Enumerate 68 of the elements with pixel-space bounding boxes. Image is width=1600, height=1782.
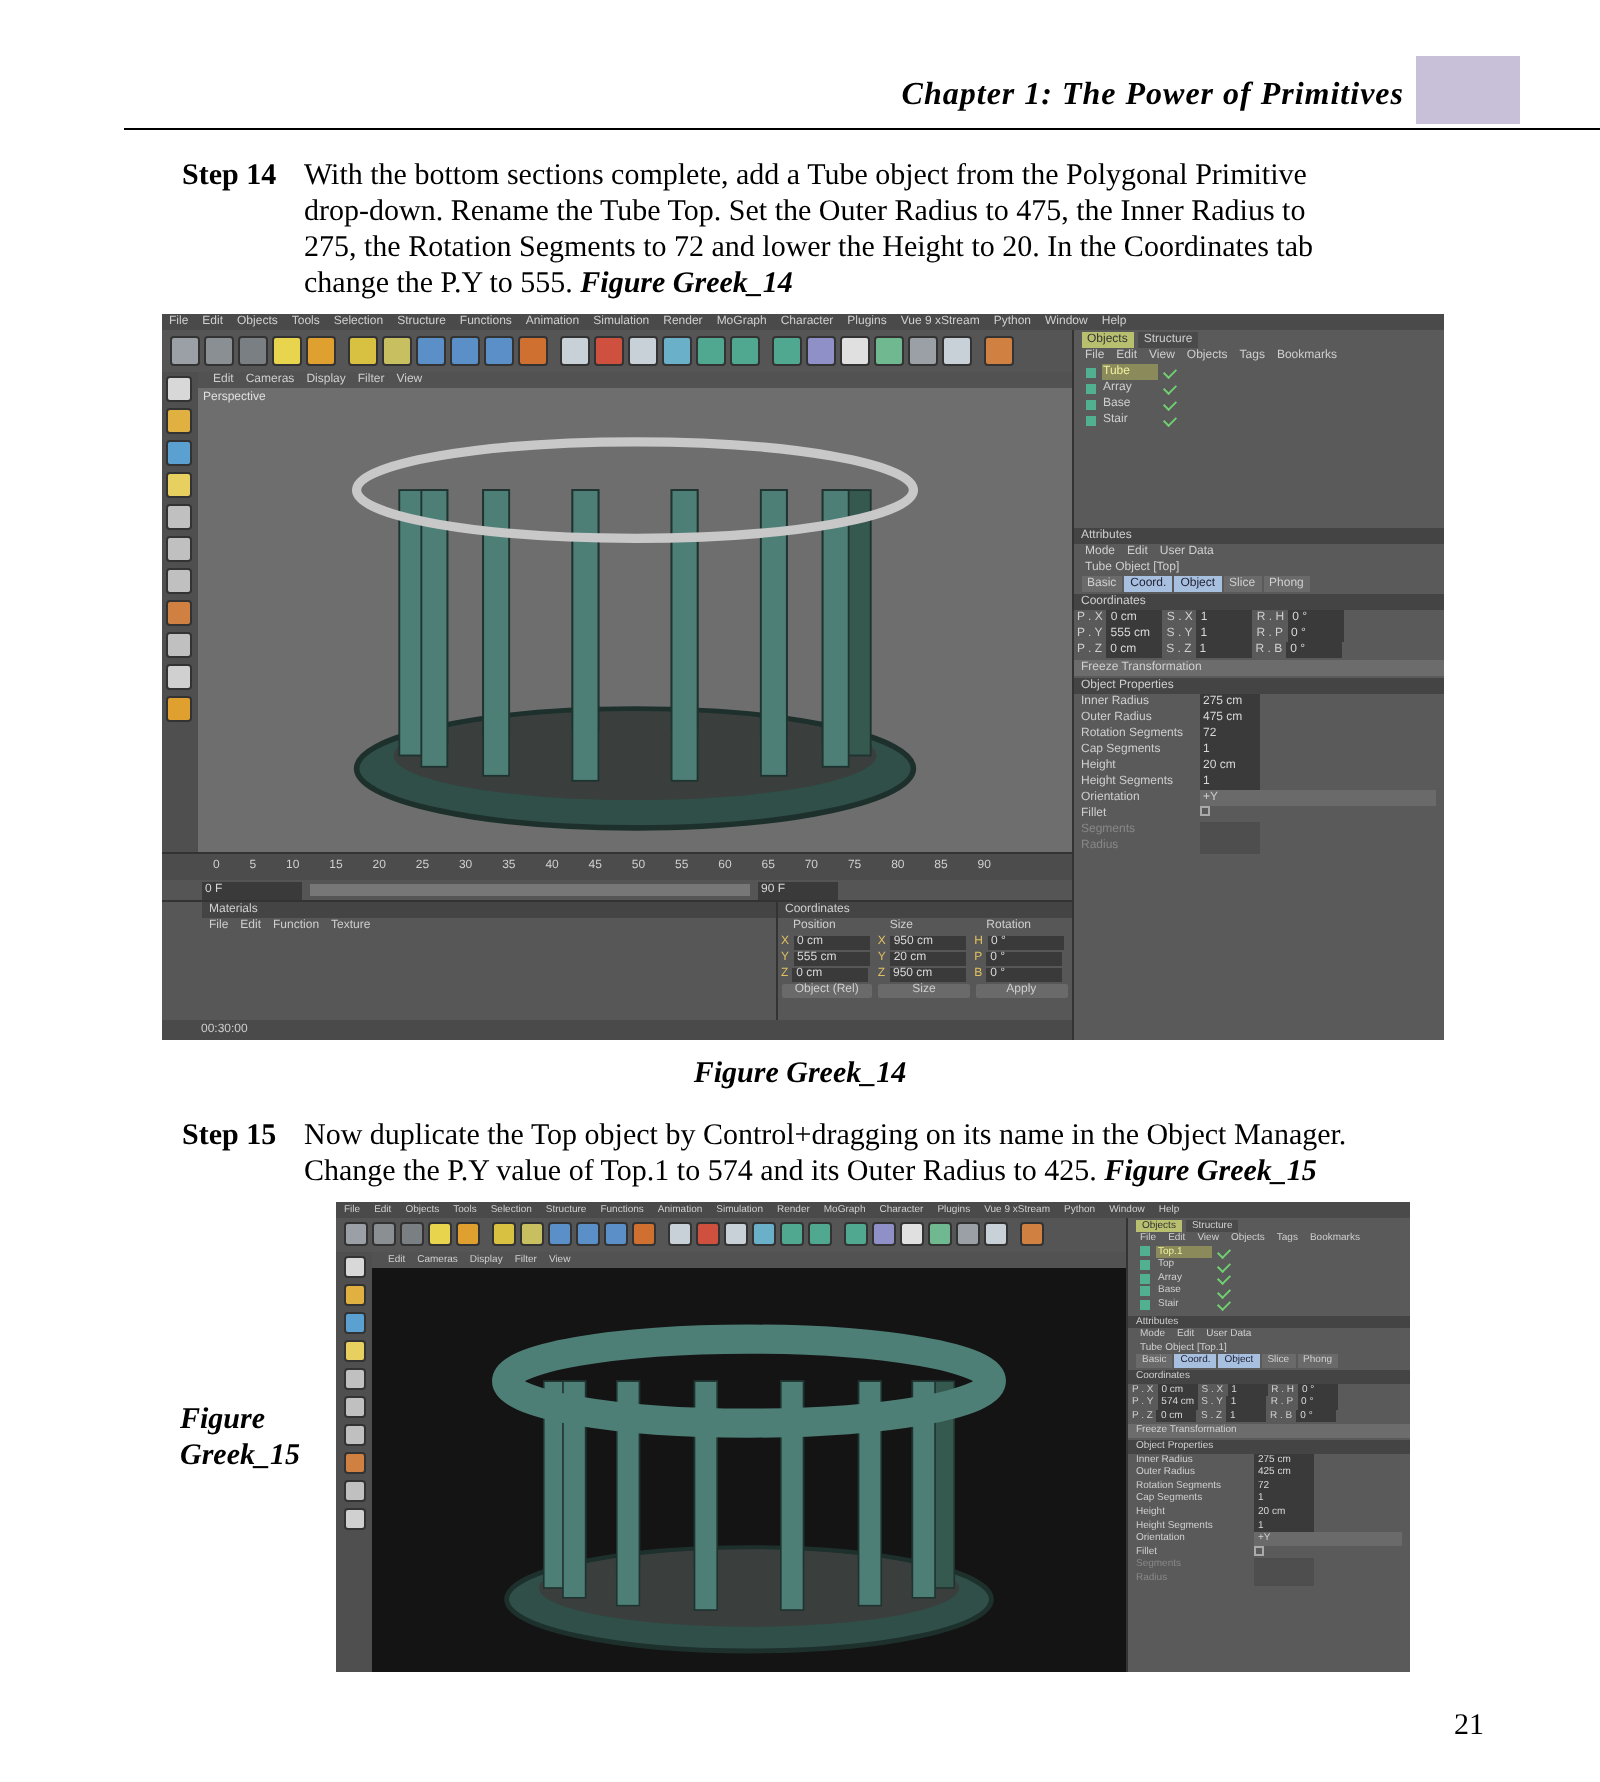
tool-icon[interactable] xyxy=(203,336,233,366)
tool-icon[interactable] xyxy=(661,336,691,366)
figure-caption: Figure Greek_14 xyxy=(693,1056,907,1094)
tool-icon[interactable] xyxy=(839,336,869,366)
checkbox[interactable] xyxy=(1199,806,1209,816)
tool-icon[interactable] xyxy=(343,1423,365,1445)
tool-icon[interactable] xyxy=(805,336,835,366)
tool-icon[interactable] xyxy=(169,336,199,366)
tool-icon[interactable] xyxy=(428,1222,452,1246)
tool-icon[interactable] xyxy=(907,336,937,366)
tool-icon[interactable] xyxy=(166,568,192,594)
tool-icon[interactable] xyxy=(808,1222,832,1246)
tool-icon[interactable] xyxy=(873,336,903,366)
tool-icon[interactable] xyxy=(941,336,971,366)
tool-icon[interactable] xyxy=(492,1222,516,1246)
tool-icon[interactable] xyxy=(956,1222,980,1246)
tool-icon[interactable] xyxy=(344,1222,368,1246)
tool-icon[interactable] xyxy=(166,504,192,530)
tool-icon[interactable] xyxy=(271,336,301,366)
tool-icon[interactable] xyxy=(343,1255,365,1277)
tool-icon[interactable] xyxy=(343,1507,365,1529)
tool-icon[interactable] xyxy=(1020,1222,1044,1246)
tool-icon[interactable] xyxy=(343,1395,365,1417)
tool-icon[interactable] xyxy=(343,1479,365,1501)
tool-icon[interactable] xyxy=(347,336,377,366)
tool-icon[interactable] xyxy=(381,336,411,366)
tool-icon[interactable] xyxy=(372,1222,396,1246)
tool-icon[interactable] xyxy=(166,376,192,402)
tool-icon[interactable] xyxy=(343,1367,365,1389)
tool-icon[interactable] xyxy=(771,336,801,366)
logo-placeholder xyxy=(1416,56,1520,124)
checkbox[interactable] xyxy=(1254,1545,1264,1556)
tool-icon[interactable] xyxy=(983,336,1013,366)
tool-icon[interactable] xyxy=(343,1339,365,1361)
tool-icon[interactable] xyxy=(724,1222,748,1246)
tool-icon[interactable] xyxy=(166,664,192,690)
chapter-title: Chapter 1: The Power of Primitives xyxy=(901,76,1404,116)
page-number: 21 xyxy=(1454,1707,1484,1745)
tool-icon[interactable] xyxy=(872,1222,896,1246)
tool-icon[interactable] xyxy=(729,336,759,366)
tool-icon[interactable] xyxy=(559,336,589,366)
tool-icon[interactable] xyxy=(695,336,725,366)
step-text: Now duplicate the Top object by Control+dragging on its name in the Object Manager. Change the P.Y value of Top.1 to 574 and its Outer Radius to 425. Figure Greek_15 xyxy=(304,1117,1349,1189)
tool-icon[interactable] xyxy=(520,1222,544,1246)
tool-icon[interactable] xyxy=(166,440,192,466)
tool-icon[interactable] xyxy=(752,1222,776,1246)
tool-icon[interactable] xyxy=(166,472,192,498)
step-text: With the bottom sections complete, add a Tube object from the Polygonal Primitive drop-down. Rename the Tube Top. Set the Outer Radius to 475, the Inner Radius to 275, the Rotation Segments to 72 and lower the Height to 20. In the Coordinates tab change the P.Y to 555. Figure Greek_14 xyxy=(304,158,1315,302)
tool-icon[interactable] xyxy=(984,1222,1008,1246)
tool-icon[interactable] xyxy=(166,696,192,722)
tool-icon[interactable] xyxy=(166,600,192,626)
tool-icon[interactable] xyxy=(166,632,192,658)
step-label: Step 15 xyxy=(182,1117,279,1155)
tool-icon[interactable] xyxy=(343,1451,365,1473)
figure-caption: Figure Greek_15 xyxy=(180,1401,302,1475)
tool-icon[interactable] xyxy=(928,1222,952,1246)
tool-icon[interactable] xyxy=(844,1222,868,1246)
tool-icon[interactable] xyxy=(305,336,335,366)
tool-icon[interactable] xyxy=(456,1222,480,1246)
tool-icon[interactable] xyxy=(668,1222,692,1246)
tool-icon[interactable] xyxy=(343,1283,365,1305)
tool-icon[interactable] xyxy=(166,408,192,434)
step-label: Step 14 xyxy=(182,158,279,196)
tool-icon[interactable] xyxy=(627,336,657,366)
tool-icon[interactable] xyxy=(900,1222,924,1246)
tool-icon[interactable] xyxy=(343,1311,365,1333)
tool-icon[interactable] xyxy=(166,536,192,562)
tool-icon[interactable] xyxy=(780,1222,804,1246)
